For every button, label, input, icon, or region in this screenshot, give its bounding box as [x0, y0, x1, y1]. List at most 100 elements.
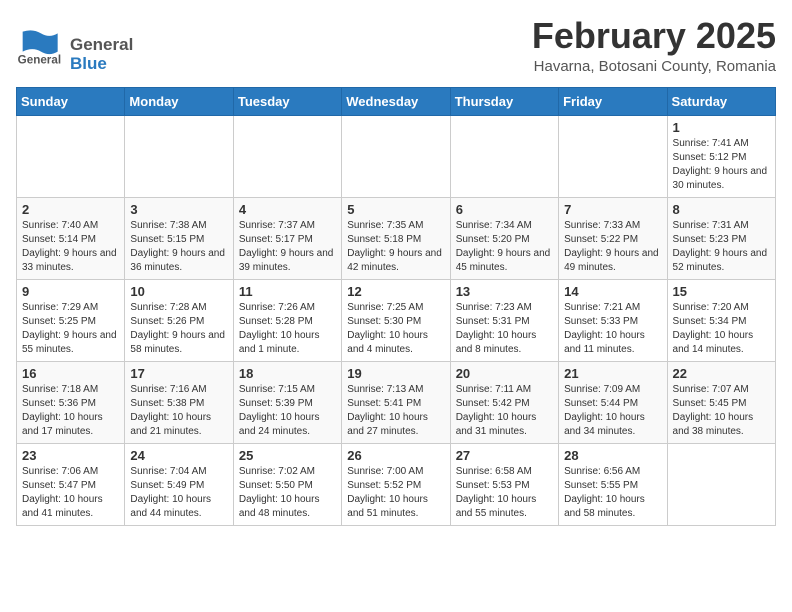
day-number: 13	[456, 284, 553, 299]
day-number: 25	[239, 448, 336, 463]
day-info: Sunrise: 7:06 AMSunset: 5:47 PMDaylight:…	[22, 465, 119, 521]
day-number: 6	[456, 202, 553, 217]
title-section: February 2025 Havarna, Botosani County, …	[532, 16, 776, 75]
logo-icon: General Blue	[16, 25, 66, 65]
day-info: Sunrise: 7:25 AMSunset: 5:30 PMDaylight:…	[347, 301, 444, 357]
calendar-cell: 16 Sunrise: 7:18 AMSunset: 5:36 PMDayligh…	[17, 361, 125, 443]
calendar-cell: 21 Sunrise: 7:09 AMSunset: 5:44 PMDayligh…	[559, 361, 667, 443]
day-info: Sunrise: 7:31 AMSunset: 5:23 PMDaylight:…	[673, 219, 770, 275]
page-header: General Blue General Blue February 2025 …	[16, 16, 776, 75]
day-number: 22	[673, 366, 770, 381]
calendar-cell	[125, 115, 233, 197]
weekday-row: SundayMondayTuesdayWednesdayThursdayFrid…	[17, 87, 776, 115]
calendar-cell	[667, 443, 775, 525]
calendar-cell: 23 Sunrise: 7:06 AMSunset: 5:47 PMDayligh…	[17, 443, 125, 525]
calendar-cell: 19 Sunrise: 7:13 AMSunset: 5:41 PMDayligh…	[342, 361, 450, 443]
week-row-2: 2 Sunrise: 7:40 AMSunset: 5:14 PMDaylight…	[17, 197, 776, 279]
logo: General Blue General Blue	[16, 16, 133, 73]
day-number: 26	[347, 448, 444, 463]
week-row-1: 1 Sunrise: 7:41 AMSunset: 5:12 PMDaylight…	[17, 115, 776, 197]
calendar-cell: 4 Sunrise: 7:37 AMSunset: 5:17 PMDaylight…	[233, 197, 341, 279]
day-info: Sunrise: 7:13 AMSunset: 5:41 PMDaylight:…	[347, 383, 444, 439]
day-number: 16	[22, 366, 119, 381]
location: Havarna, Botosani County, Romania	[532, 58, 776, 75]
logo-general: General	[70, 36, 133, 55]
day-number: 20	[456, 366, 553, 381]
day-info: Sunrise: 7:35 AMSunset: 5:18 PMDaylight:…	[347, 219, 444, 275]
logo-blue: Blue	[70, 55, 133, 74]
day-number: 2	[22, 202, 119, 217]
calendar-cell: 12Sunrise: 7:25 AMSunset: 5:30 PMDayligh…	[342, 279, 450, 361]
day-info: Sunrise: 7:07 AMSunset: 5:45 PMDaylight:…	[673, 383, 770, 439]
day-number: 3	[130, 202, 227, 217]
day-info: Sunrise: 7:40 AMSunset: 5:14 PMDaylight:…	[22, 219, 119, 275]
day-info: Sunrise: 7:02 AMSunset: 5:50 PMDaylight:…	[239, 465, 336, 521]
calendar-cell: 28Sunrise: 6:56 AMSunset: 5:55 PMDayligh…	[559, 443, 667, 525]
day-number: 17	[130, 366, 227, 381]
weekday-header-saturday: Saturday	[667, 87, 775, 115]
day-info: Sunrise: 7:33 AMSunset: 5:22 PMDaylight:…	[564, 219, 661, 275]
day-info: Sunrise: 7:18 AMSunset: 5:36 PMDaylight:…	[22, 383, 119, 439]
svg-text:General: General	[18, 53, 61, 65]
calendar-cell: 26Sunrise: 7:00 AMSunset: 5:52 PMDayligh…	[342, 443, 450, 525]
day-info: Sunrise: 7:21 AMSunset: 5:33 PMDaylight:…	[564, 301, 661, 357]
calendar-cell: 24 Sunrise: 7:04 AMSunset: 5:49 PMDayligh…	[125, 443, 233, 525]
calendar-cell: 25 Sunrise: 7:02 AMSunset: 5:50 PMDayligh…	[233, 443, 341, 525]
calendar-cell: 22 Sunrise: 7:07 AMSunset: 5:45 PMDayligh…	[667, 361, 775, 443]
day-info: Sunrise: 7:38 AMSunset: 5:15 PMDaylight:…	[130, 219, 227, 275]
calendar-cell: 14 Sunrise: 7:21 AMSunset: 5:33 PMDayligh…	[559, 279, 667, 361]
calendar-cell: 9 Sunrise: 7:29 AMSunset: 5:25 PMDaylight…	[17, 279, 125, 361]
day-info: Sunrise: 7:20 AMSunset: 5:34 PMDaylight:…	[673, 301, 770, 357]
day-number: 23	[22, 448, 119, 463]
day-number: 5	[347, 202, 444, 217]
day-number: 24	[130, 448, 227, 463]
month-title: February 2025	[532, 16, 776, 56]
week-row-4: 16 Sunrise: 7:18 AMSunset: 5:36 PMDayligh…	[17, 361, 776, 443]
day-number: 7	[564, 202, 661, 217]
calendar-cell: 20 Sunrise: 7:11 AMSunset: 5:42 PMDayligh…	[450, 361, 558, 443]
weekday-header-tuesday: Tuesday	[233, 87, 341, 115]
day-number: 10	[130, 284, 227, 299]
day-info: Sunrise: 7:28 AMSunset: 5:26 PMDaylight:…	[130, 301, 227, 357]
day-number: 21	[564, 366, 661, 381]
day-info: Sunrise: 7:29 AMSunset: 5:25 PMDaylight:…	[22, 301, 119, 357]
calendar-cell: 1 Sunrise: 7:41 AMSunset: 5:12 PMDaylight…	[667, 115, 775, 197]
calendar-cell: 5 Sunrise: 7:35 AMSunset: 5:18 PMDaylight…	[342, 197, 450, 279]
day-info: Sunrise: 7:26 AMSunset: 5:28 PMDaylight:…	[239, 301, 336, 357]
calendar-cell	[233, 115, 341, 197]
weekday-header-monday: Monday	[125, 87, 233, 115]
day-number: 1	[673, 120, 770, 135]
day-number: 27	[456, 448, 553, 463]
day-info: Sunrise: 7:11 AMSunset: 5:42 PMDaylight:…	[456, 383, 553, 439]
day-number: 9	[22, 284, 119, 299]
calendar-cell: 3 Sunrise: 7:38 AMSunset: 5:15 PMDaylight…	[125, 197, 233, 279]
calendar-cell: 18Sunrise: 7:15 AMSunset: 5:39 PMDayligh…	[233, 361, 341, 443]
calendar-cell: 10 Sunrise: 7:28 AMSunset: 5:26 PMDayligh…	[125, 279, 233, 361]
weekday-header-friday: Friday	[559, 87, 667, 115]
day-number: 4	[239, 202, 336, 217]
weekday-header-thursday: Thursday	[450, 87, 558, 115]
calendar-cell	[17, 115, 125, 197]
calendar-cell	[559, 115, 667, 197]
day-info: Sunrise: 6:58 AMSunset: 5:53 PMDaylight:…	[456, 465, 553, 521]
day-number: 15	[673, 284, 770, 299]
weekday-header-sunday: Sunday	[17, 87, 125, 115]
day-info: Sunrise: 7:04 AMSunset: 5:49 PMDaylight:…	[130, 465, 227, 521]
day-number: 28	[564, 448, 661, 463]
calendar-body: 1 Sunrise: 7:41 AMSunset: 5:12 PMDaylight…	[17, 115, 776, 525]
calendar-cell: 2 Sunrise: 7:40 AMSunset: 5:14 PMDaylight…	[17, 197, 125, 279]
calendar-cell: 7 Sunrise: 7:33 AMSunset: 5:22 PMDaylight…	[559, 197, 667, 279]
day-info: Sunrise: 7:37 AMSunset: 5:17 PMDaylight:…	[239, 219, 336, 275]
week-row-3: 9 Sunrise: 7:29 AMSunset: 5:25 PMDaylight…	[17, 279, 776, 361]
calendar-cell: 6 Sunrise: 7:34 AMSunset: 5:20 PMDaylight…	[450, 197, 558, 279]
calendar-cell: 15 Sunrise: 7:20 AMSunset: 5:34 PMDayligh…	[667, 279, 775, 361]
day-info: Sunrise: 7:09 AMSunset: 5:44 PMDaylight:…	[564, 383, 661, 439]
day-number: 14	[564, 284, 661, 299]
calendar-cell: 17Sunrise: 7:16 AMSunset: 5:38 PMDayligh…	[125, 361, 233, 443]
calendar-cell: 13Sunrise: 7:23 AMSunset: 5:31 PMDayligh…	[450, 279, 558, 361]
day-number: 19	[347, 366, 444, 381]
calendar-cell: 11Sunrise: 7:26 AMSunset: 5:28 PMDayligh…	[233, 279, 341, 361]
calendar-cell	[342, 115, 450, 197]
day-info: Sunrise: 7:41 AMSunset: 5:12 PMDaylight:…	[673, 137, 770, 193]
day-info: Sunrise: 7:34 AMSunset: 5:20 PMDaylight:…	[456, 219, 553, 275]
